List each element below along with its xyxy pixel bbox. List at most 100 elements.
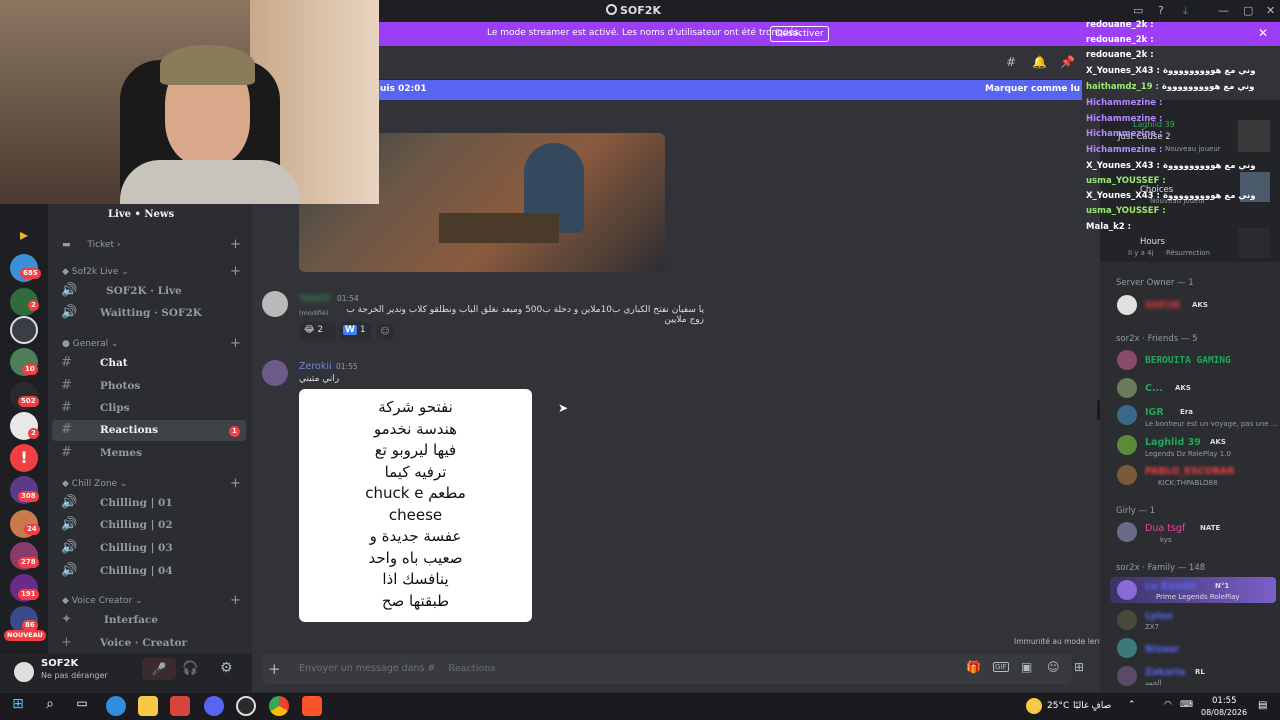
threads-icon[interactable]: # — [1006, 55, 1016, 69]
headset-icon[interactable]: 🎧 — [182, 661, 198, 676]
avatar[interactable] — [1117, 638, 1137, 658]
pin-icon[interactable]: 📌 — [1060, 55, 1075, 69]
avatar[interactable] — [1117, 580, 1137, 600]
mark-as-read-button[interactable]: Marquer comme lu — [985, 84, 1080, 94]
keyboard-icon[interactable]: ⌨ — [1180, 700, 1193, 710]
minimize-icon[interactable]: — — [1218, 4, 1229, 17]
add-reaction-icon[interactable]: ☺ — [376, 324, 394, 340]
twitch-username: redouane_2k : — [1086, 50, 1154, 60]
channel-memes[interactable]: # Memes — [52, 443, 246, 464]
channel-voice-creator[interactable]: + Voice · Creator — [52, 633, 246, 654]
category-chill-zone[interactable]: ◆ Chill Zone ⌄ — [62, 479, 127, 489]
member-name[interactable]: PABLO_ESCOBAR — [1145, 466, 1235, 477]
channel-chat[interactable]: # Chat — [52, 353, 246, 374]
weather-icon[interactable] — [1026, 698, 1042, 714]
apps-icon[interactable]: ⊞ — [1074, 660, 1084, 674]
member-name[interactable]: Le Bandit — [1145, 581, 1196, 592]
voice-channel-chilling-03[interactable]: 🔊 Chilling | 03 — [52, 538, 246, 559]
help-icon[interactable]: ? — [1158, 4, 1164, 17]
mute-mic-icon[interactable]: 🎤 — [142, 658, 176, 680]
windows-start-icon[interactable]: ⊞ — [8, 696, 28, 716]
gif-icon[interactable]: GIF — [993, 662, 1009, 672]
message-author[interactable]: Yassiin — [299, 293, 331, 304]
unread-bar[interactable] — [372, 80, 1082, 100]
search-icon[interactable]: ⌕ — [40, 696, 60, 716]
avatar[interactable] — [1117, 465, 1137, 485]
sticker-icon[interactable]: ▣ — [1021, 660, 1032, 674]
add-channel-icon[interactable]: + — [230, 476, 241, 491]
weather-temp[interactable]: 25°C — [1047, 701, 1069, 711]
member-name[interactable]: Laghlid 39 — [1145, 437, 1201, 448]
gift-icon[interactable]: 🎁 — [966, 660, 981, 674]
channel-clips[interactable]: # Clips — [52, 398, 246, 419]
maximize-icon[interactable]: ▢ — [1243, 4, 1253, 17]
category-ticket[interactable]: ▬ Ticket › — [62, 240, 120, 250]
close-window-icon[interactable]: ✕ — [1266, 4, 1275, 17]
wifi-icon[interactable]: ◠ — [1164, 700, 1172, 710]
member-name[interactable]: Nizaar — [1145, 644, 1179, 655]
server-icon-1[interactable]: ▸ — [10, 221, 38, 249]
member-name[interactable]: Lyloo — [1145, 611, 1173, 622]
category-sof2k-live[interactable]: ◆ Sof2k Live ⌄ — [62, 267, 129, 277]
store-icon[interactable] — [138, 696, 158, 716]
avatar[interactable] — [1117, 350, 1137, 370]
channel-interface[interactable]: ✦ Interface — [52, 610, 246, 631]
server-icon-4[interactable] — [10, 316, 38, 344]
add-channel-icon[interactable]: + — [230, 593, 241, 608]
member-name[interactable]: BEROUITA GAMING — [1145, 355, 1231, 366]
avatar[interactable] — [12, 660, 36, 684]
chrome-icon[interactable] — [269, 696, 289, 716]
reaction-w[interactable]: W 1 — [339, 322, 371, 341]
avatar[interactable] — [262, 360, 288, 386]
voice-channel-sof2k-live[interactable]: 🔊 SOF2K · Live — [52, 281, 246, 302]
bell-icon[interactable]: 🔔 — [1032, 55, 1047, 69]
notification-icon[interactable]: ▤ — [1258, 700, 1267, 711]
voice-channel-chilling-01[interactable]: 🔊 Chilling | 01 — [52, 493, 246, 514]
avatar[interactable] — [1117, 435, 1137, 455]
member-name[interactable]: C... — [1145, 383, 1163, 394]
disable-streamer-button[interactable]: Désactiver — [770, 26, 829, 42]
meme-image-card[interactable]: نفتحو شركة هندسة نخدمو فيها ليروبو تع تر… — [299, 389, 532, 622]
avatar[interactable] — [1117, 666, 1137, 686]
add-channel-icon[interactable]: + — [230, 336, 241, 351]
avatar[interactable] — [1117, 522, 1137, 542]
discord-icon[interactable] — [204, 696, 224, 716]
settings-gear-icon[interactable]: ⚙ — [220, 660, 233, 676]
voice-channel-chilling-02[interactable]: 🔊 Chilling | 02 — [52, 515, 246, 536]
member-name[interactable]: IGR — [1145, 407, 1164, 418]
member-name[interactable]: SOF2K — [1145, 300, 1180, 311]
avatar[interactable] — [1117, 405, 1137, 425]
add-attachment-icon[interactable]: + — [268, 660, 281, 678]
hash-icon: # — [61, 378, 72, 393]
message-author[interactable]: Zerokii — [299, 361, 332, 372]
add-channel-icon[interactable]: + — [230, 264, 241, 279]
category-general[interactable]: ● General ⌄ — [62, 339, 119, 349]
edge-icon[interactable] — [106, 696, 126, 716]
avatar[interactable] — [1117, 610, 1137, 630]
mail-icon[interactable] — [170, 696, 190, 716]
server-badge: 191 — [18, 589, 39, 600]
voice-channel-waitting[interactable]: 🔊 Waitting · SOF2K — [52, 303, 246, 324]
tray-chevron-icon[interactable]: ⌃ — [1128, 700, 1136, 710]
inbox-icon[interactable]: ▭ — [1133, 4, 1143, 17]
clock-time[interactable]: 01:55 — [1212, 696, 1237, 706]
voice-channel-chilling-04[interactable]: 🔊 Chilling | 04 — [52, 561, 246, 582]
emoji-icon[interactable]: ☺ — [1047, 660, 1060, 674]
close-icon[interactable]: ✕ — [1258, 26, 1268, 40]
brave-icon[interactable] — [302, 696, 322, 716]
alert-server-icon[interactable]: ! — [10, 444, 38, 472]
category-voice-creator[interactable]: ◆ Voice Creator ⌄ — [62, 596, 143, 606]
avatar[interactable] — [262, 291, 288, 317]
task-view-icon[interactable]: ▭ — [72, 696, 92, 716]
obs-icon[interactable] — [236, 696, 256, 716]
channel-reactions[interactable]: # Reactions — [52, 420, 246, 441]
avatar[interactable] — [1117, 295, 1137, 315]
download-icon[interactable]: ⤓ — [1183, 4, 1188, 18]
avatar[interactable] — [1117, 378, 1137, 398]
channel-photos[interactable]: # Photos — [52, 376, 246, 397]
add-channel-icon[interactable]: + — [230, 237, 241, 252]
reaction-laugh[interactable]: 😂 2 — [300, 322, 336, 341]
sidebar-item-live-news[interactable]: Live • News — [62, 208, 242, 224]
member-name[interactable]: Dua tsgf — [1145, 523, 1185, 534]
member-name[interactable]: Zakaria — [1145, 667, 1185, 678]
